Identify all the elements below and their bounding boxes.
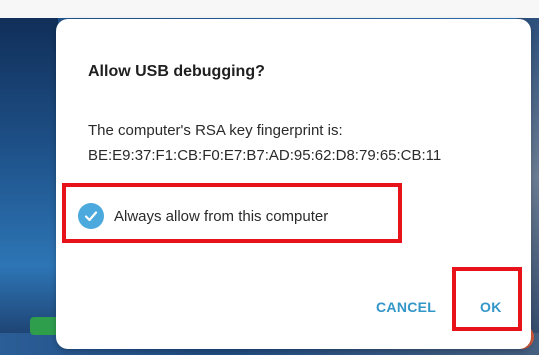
fingerprint-intro: The computer's RSA key fingerprint is: <box>88 122 343 139</box>
highlight-box-ok <box>452 267 522 331</box>
top-strip <box>0 0 539 18</box>
dialog-message: The computer's RSA key fingerprint is: B… <box>88 118 441 168</box>
rsa-fingerprint: BE:E9:37:F1:CB:F0:E7:B7:AD:95:62:D8:79:6… <box>88 147 442 164</box>
wallpaper-left-edge <box>0 0 58 355</box>
highlight-box-checkbox <box>62 183 402 243</box>
cancel-button[interactable]: CANCEL <box>376 299 436 315</box>
dialog-title: Allow USB debugging? <box>88 63 265 80</box>
